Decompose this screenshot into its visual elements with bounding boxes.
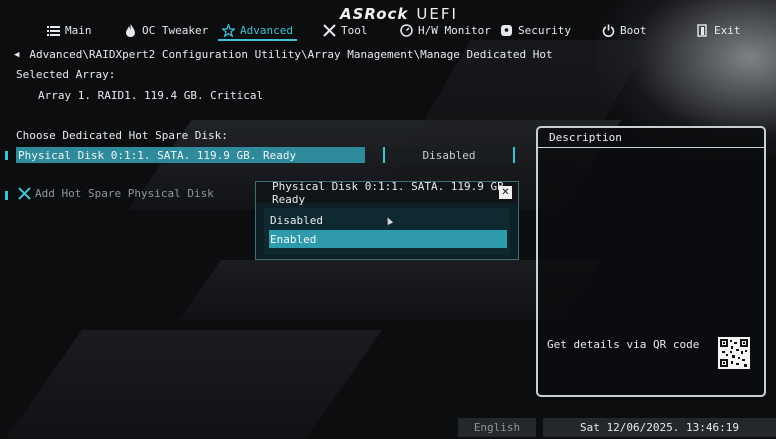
close-icon[interactable]: ✕ <box>499 186 512 199</box>
flame-icon <box>126 23 135 37</box>
power-icon <box>602 24 615 37</box>
list-icon <box>47 25 60 36</box>
tab-main-label: Main <box>65 23 92 37</box>
tab-advanced-label: Advanced <box>240 23 293 37</box>
date-time-text: Sat 12/06/2025. 13:46:19 <box>580 421 739 434</box>
top-menu-bar: Main OC Tweaker Advanced Tool H/W Monito… <box>0 21 776 41</box>
language-label: English <box>473 421 521 434</box>
tab-boot-label: Boot <box>620 23 647 37</box>
breadcrumb: ◀ Advanced\RAIDXpert2 Configuration Util… <box>14 48 553 61</box>
tab-oc-tweaker-label: OC Tweaker <box>142 23 209 37</box>
physical-disk-row[interactable]: Physical Disk 0:1:1. SATA. 119.9 GB. Rea… <box>16 147 365 163</box>
exit-icon <box>697 23 707 37</box>
physical-disk-value-text: Disabled <box>422 148 476 162</box>
back-arrow-icon[interactable]: ◀ <box>14 50 19 60</box>
star-icon <box>222 23 235 37</box>
qr-details-text: Get details via QR code <box>547 338 700 351</box>
tab-main[interactable]: Main <box>47 21 92 39</box>
add-hot-spare-item[interactable]: Add Hot Spare Physical Disk <box>18 187 214 200</box>
tab-exit-label: Exit <box>714 23 741 37</box>
breadcrumb-path: Advanced\RAIDXpert2 Configuration Utilit… <box>29 48 553 61</box>
date-time-display: Sat 12/06/2025. 13:46:19 <box>543 418 776 437</box>
tab-exit[interactable]: Exit <box>696 21 741 39</box>
shield-icon <box>501 24 512 36</box>
option-enabled[interactable]: Enabled <box>269 230 507 248</box>
monitor-icon <box>400 23 413 37</box>
selected-array-value: Array 1. RAID1. 119.4 GB. Critical <box>38 89 264 102</box>
tab-tool[interactable]: Tool <box>323 21 368 39</box>
tab-tool-label: Tool <box>341 23 368 37</box>
tab-hw-monitor[interactable]: H/W Monitor <box>400 21 491 39</box>
qr-code-icon[interactable] <box>718 337 750 369</box>
tab-security-label: Security <box>518 23 571 37</box>
description-panel: Description Get details via QR code <box>536 126 766 397</box>
description-title: Description <box>538 128 764 148</box>
tools-icon <box>18 187 31 200</box>
tab-hw-monitor-label: H/W Monitor <box>418 23 491 37</box>
language-selector[interactable]: English <box>458 418 536 437</box>
popup-title-text: Physical Disk 0:1:1. SATA. 119.9 GB. Rea… <box>272 179 511 206</box>
physical-disk-label: Physical Disk 0:1:1. SATA. 119.9 GB. Rea… <box>18 148 297 162</box>
choose-disk-label: Choose Dedicated Hot Spare Disk: <box>16 129 228 142</box>
tab-oc-tweaker[interactable]: OC Tweaker <box>124 21 208 39</box>
add-hot-spare-label: Add Hot Spare Physical Disk <box>35 187 214 200</box>
popup-title: Physical Disk 0:1:1. SATA. 119.9 GB. Rea… <box>256 179 518 206</box>
description-title-text: Description <box>549 131 622 144</box>
selected-array-label: Selected Array: <box>16 68 116 81</box>
physical-disk-value[interactable]: Disabled <box>383 147 515 163</box>
row-indicator <box>5 191 8 200</box>
tab-advanced[interactable]: Advanced <box>218 21 297 41</box>
tab-boot[interactable]: Boot <box>602 21 647 39</box>
popup-option-list: Disabled Enabled <box>264 208 510 255</box>
tools-icon <box>323 23 336 37</box>
row-indicator <box>5 151 8 160</box>
tab-security[interactable]: Security <box>500 21 571 39</box>
